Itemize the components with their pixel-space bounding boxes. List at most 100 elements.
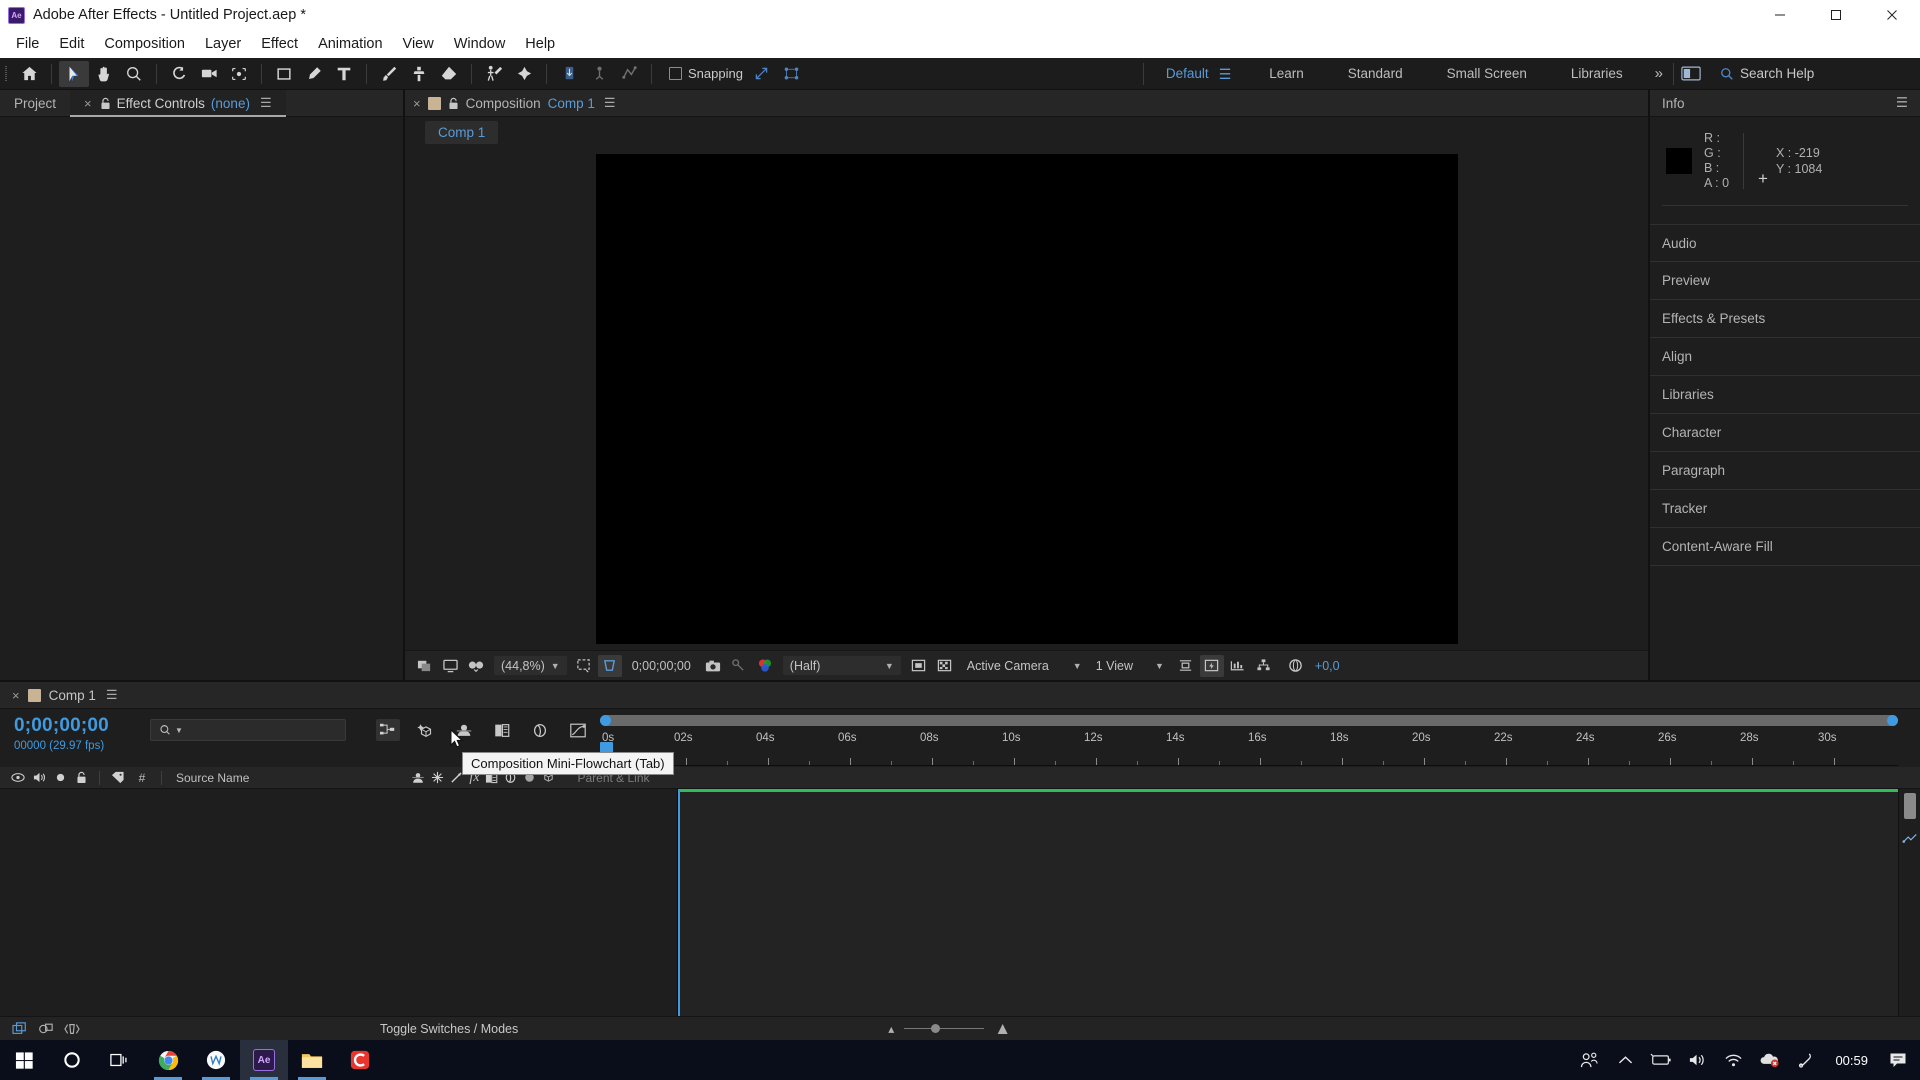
menu-help[interactable]: Help [515, 30, 565, 58]
snap-grid-icon[interactable] [777, 61, 807, 87]
taskbar-clock[interactable]: 00:59 [1823, 1053, 1880, 1068]
panel-item-tracker[interactable]: Tracker [1650, 490, 1920, 528]
menu-animation[interactable]: Animation [308, 30, 392, 58]
frame-blending-icon[interactable] [490, 719, 514, 741]
puppet-pin-tool-icon[interactable] [509, 61, 539, 87]
always-preview-icon[interactable] [412, 655, 436, 677]
flowchart-icon[interactable] [1252, 655, 1276, 677]
graph-editor-icon[interactable] [566, 719, 590, 741]
panel-menu-icon[interactable]: ☰ [260, 95, 272, 111]
toggle-switches-modes-button[interactable]: Toggle Switches / Modes [380, 1022, 518, 1036]
type-tool-icon[interactable] [329, 61, 359, 87]
tab-project[interactable]: Project [0, 90, 70, 117]
snapping-toggle[interactable]: Snapping [665, 66, 747, 81]
chrome-button[interactable] [144, 1040, 192, 1080]
panel-item-content-aware-fill[interactable]: Content-Aware Fill [1650, 528, 1920, 566]
render-queue-icon[interactable] [1899, 831, 1920, 845]
snap-expand-icon[interactable] [747, 61, 777, 87]
collapse-icon[interactable] [431, 771, 444, 784]
composition-viewer[interactable] [405, 147, 1648, 650]
work-area-bar[interactable] [678, 789, 1898, 792]
draft-3d-icon[interactable] [414, 719, 438, 741]
search-input[interactable] [1740, 66, 1920, 81]
scrollbar-handle-right[interactable] [1887, 715, 1898, 726]
zoom-out-icon[interactable]: ▴ [888, 1022, 894, 1036]
views-dropdown-label[interactable]: 1 View [1096, 659, 1133, 673]
home-icon[interactable] [14, 61, 44, 87]
composition-subtab[interactable]: Comp 1 [425, 120, 499, 144]
timeline-ruler[interactable]: 0s 02s 04s 06s 08s 10s 12s 14s 16s 18s 2… [600, 732, 1898, 766]
maximize-button[interactable] [1808, 0, 1864, 30]
toolbar-grip[interactable] [4, 65, 11, 83]
pan-behind-tool-icon[interactable] [224, 61, 254, 87]
timeline-icon[interactable] [1226, 655, 1250, 677]
solo-icon[interactable] [50, 772, 70, 783]
zoom-slider-track[interactable] [904, 1024, 985, 1033]
3d-glasses-icon[interactable] [464, 655, 488, 677]
chevron-down-icon[interactable]: ▼ [1155, 661, 1164, 671]
toggle-switches-icon[interactable] [12, 1021, 28, 1036]
notification-icon[interactable] [1880, 1040, 1916, 1080]
lock-icon[interactable] [100, 97, 111, 110]
task-view-button[interactable] [96, 1040, 144, 1080]
timeline-graph-area[interactable] [678, 789, 1898, 1016]
zoom-level-dropdown[interactable]: (44,8%) ▼ [494, 656, 567, 675]
panel-menu-icon[interactable]: ☰ [604, 95, 616, 111]
snapshot-icon[interactable] [701, 655, 725, 677]
panel-item-paragraph[interactable]: Paragraph [1650, 452, 1920, 490]
menu-layer[interactable]: Layer [195, 30, 251, 58]
hand-tool-icon[interactable] [89, 61, 119, 87]
mask-icon[interactable] [907, 655, 931, 677]
camtasia-button[interactable] [336, 1040, 384, 1080]
selection-tool-icon[interactable] [59, 60, 89, 87]
eye-icon[interactable] [8, 772, 28, 783]
cortana-button[interactable] [48, 1040, 96, 1080]
timeline-vertical-scrollbar[interactable] [1903, 793, 1916, 819]
shy-icon[interactable] [411, 771, 425, 784]
pen-icon[interactable] [1787, 1040, 1823, 1080]
column-header-index[interactable]: # [129, 771, 155, 785]
workspace-overflow-button[interactable]: » [1645, 58, 1673, 90]
show-hidden-icons-icon[interactable] [1607, 1040, 1643, 1080]
close-button[interactable] [1864, 0, 1920, 30]
workspace-switch-icon[interactable] [1674, 61, 1708, 87]
label-icon[interactable] [107, 771, 129, 784]
menu-window[interactable]: Window [444, 30, 516, 58]
track-xy-tool-icon[interactable] [614, 61, 644, 87]
workspace-small-screen[interactable]: Small Screen [1425, 58, 1549, 90]
panel-item-audio[interactable]: Audio [1650, 224, 1920, 262]
clone-stamp-tool-icon[interactable] [404, 61, 434, 87]
lock-icon[interactable] [70, 771, 92, 784]
guides-icon[interactable] [1174, 655, 1198, 677]
roto-brush-tool-icon[interactable] [479, 61, 509, 87]
menu-view[interactable]: View [393, 30, 444, 58]
playhead-line[interactable] [678, 789, 680, 1016]
volume-icon[interactable] [1679, 1040, 1715, 1080]
workspace-learn[interactable]: Learn [1247, 58, 1326, 90]
workspace-libraries[interactable]: Libraries [1549, 58, 1645, 90]
menu-file[interactable]: File [6, 30, 49, 58]
transparency-grid-icon[interactable] [597, 654, 622, 677]
rotation-tool-icon[interactable] [164, 61, 194, 87]
scrollbar-handle-left[interactable] [600, 715, 611, 726]
fast-preview-icon[interactable] [1199, 654, 1224, 677]
eraser-tool-icon[interactable] [434, 61, 464, 87]
timeline-current-time[interactable]: 0;00;00;00 [14, 715, 150, 737]
lock-icon[interactable] [448, 97, 459, 110]
panel-item-effects-presets[interactable]: Effects & Presets [1650, 300, 1920, 338]
channel-icon[interactable] [753, 655, 777, 677]
pen-tool-icon[interactable] [299, 61, 329, 87]
chevron-down-icon[interactable]: ▼ [1073, 661, 1082, 671]
wifi-icon[interactable] [1715, 1040, 1751, 1080]
timeline-search-field[interactable]: ▼ [150, 719, 346, 741]
unified-camera-icon[interactable] [554, 61, 584, 87]
panel-item-libraries[interactable]: Libraries [1650, 376, 1920, 414]
checkerboard-icon[interactable] [933, 655, 957, 677]
people-icon[interactable] [1571, 1040, 1607, 1080]
main-viewer-icon[interactable] [438, 655, 462, 677]
zoom-tool-icon[interactable] [119, 61, 149, 87]
camera-dropdown-label[interactable]: Active Camera [967, 659, 1049, 673]
menu-effect[interactable]: Effect [251, 30, 308, 58]
minimize-button[interactable] [1752, 0, 1808, 30]
menu-composition[interactable]: Composition [94, 30, 195, 58]
